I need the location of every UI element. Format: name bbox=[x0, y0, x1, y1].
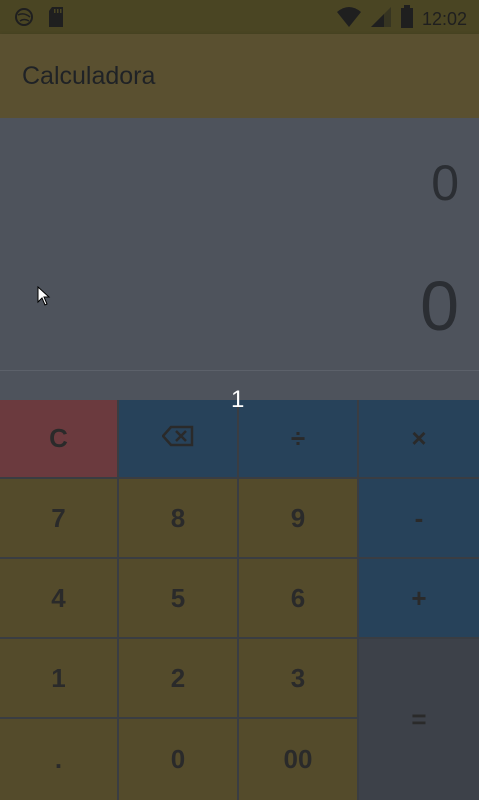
globe-icon bbox=[14, 7, 34, 32]
page-title: Calculadora bbox=[22, 62, 156, 90]
mouse-pointer-icon bbox=[37, 285, 51, 311]
key-2[interactable]: 2 bbox=[119, 639, 237, 717]
key-0[interactable]: 0 bbox=[119, 719, 237, 800]
signal-icon bbox=[370, 6, 392, 33]
minus-button[interactable]: - bbox=[359, 479, 479, 557]
key-00[interactable]: 00 bbox=[239, 719, 357, 800]
decimal-button[interactable]: . bbox=[0, 719, 117, 800]
display-panel: 0 0 bbox=[0, 118, 479, 400]
key-1[interactable]: 1 bbox=[0, 639, 117, 717]
status-bar: 12:02 bbox=[0, 0, 479, 34]
key-8[interactable]: 8 bbox=[119, 479, 237, 557]
divide-button[interactable]: ÷ bbox=[239, 400, 357, 477]
wifi-icon bbox=[336, 6, 362, 33]
clock: 12:02 bbox=[421, 9, 467, 29]
expression-display: 0 bbox=[431, 155, 459, 211]
battery-icon bbox=[400, 5, 414, 34]
key-6[interactable]: 6 bbox=[239, 559, 357, 637]
result-display: 0 bbox=[420, 267, 459, 345]
key-7[interactable]: 7 bbox=[0, 479, 117, 557]
app-bar: Calculadora bbox=[0, 34, 479, 118]
clear-button[interactable]: C bbox=[0, 400, 117, 477]
divider bbox=[0, 370, 479, 371]
key-4[interactable]: 4 bbox=[0, 559, 117, 637]
multiply-button[interactable]: × bbox=[359, 400, 479, 477]
key-3[interactable]: 3 bbox=[239, 639, 357, 717]
key-5[interactable]: 5 bbox=[119, 559, 237, 637]
sd-card-icon bbox=[48, 6, 64, 33]
backspace-button[interactable] bbox=[119, 400, 237, 477]
backspace-icon bbox=[161, 423, 194, 454]
key-9[interactable]: 9 bbox=[239, 479, 357, 557]
equals-button[interactable]: = bbox=[359, 639, 479, 800]
plus-button[interactable]: + bbox=[359, 559, 479, 637]
touch-tooltip: 1 bbox=[231, 386, 245, 413]
